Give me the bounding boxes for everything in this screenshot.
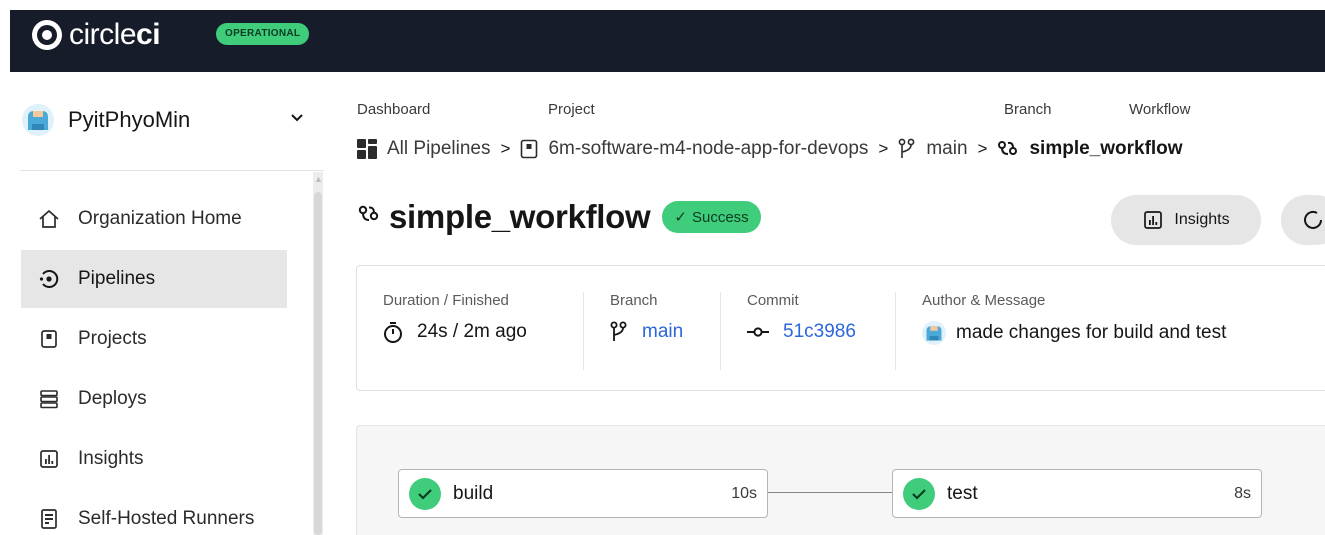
chevron-right-icon: > <box>977 139 988 158</box>
job-build[interactable]: build 10s <box>398 469 768 518</box>
insights-button-label: Insights <box>1174 211 1230 228</box>
status-badge-label: Success <box>691 208 749 226</box>
job-duration: 8s <box>1234 484 1251 502</box>
job-connector <box>768 492 892 493</box>
breadcrumb: All Pipelines > 6m-software-m4-node-app-… <box>357 136 1183 162</box>
insights-button[interactable]: Insights <box>1111 195 1261 245</box>
commit-link[interactable]: 51c3986 <box>783 321 856 343</box>
workflow-icon <box>357 203 381 231</box>
runners-icon <box>38 508 60 530</box>
job-test[interactable]: test 8s <box>892 469 1262 518</box>
page-title: simple_workflow <box>389 198 651 235</box>
chevron-right-icon: > <box>500 139 511 158</box>
circleci-logo[interactable]: circleci <box>32 18 161 51</box>
sidebar-item-label: Projects <box>78 328 147 349</box>
insights-icon <box>1144 211 1163 229</box>
branch-column: Branch main <box>583 292 720 370</box>
author-value: made changes for build and test <box>922 321 1325 345</box>
workflow-header: simple_workflow ✓ Success <box>357 198 761 236</box>
chevron-right-icon: > <box>878 139 889 158</box>
author-column: Author & Message made changes for build … <box>895 292 1325 370</box>
dashboard-grid-icon <box>357 139 377 159</box>
org-name: PyitPhyoMin <box>68 107 191 132</box>
circleci-logo-icon <box>32 20 62 50</box>
home-icon <box>38 208 60 230</box>
sidebar-item-organization-home[interactable]: Organization Home <box>21 190 287 248</box>
sidebar-item-label: Insights <box>78 448 144 469</box>
duration-text: 24s <box>417 321 448 342</box>
success-check-icon <box>903 477 935 510</box>
sidebar-item-self-hosted-runners[interactable]: Self-Hosted Runners <box>21 490 287 535</box>
sidebar-scrollbar[interactable]: ▲ <box>313 172 323 535</box>
sidebar-item-insights[interactable]: Insights <box>21 430 287 488</box>
sidebar-item-projects[interactable]: Projects <box>21 310 287 368</box>
chevron-down-icon[interactable] <box>290 110 304 126</box>
logo-text: circleci <box>69 18 161 51</box>
duration-label: Duration / Finished <box>383 292 509 309</box>
branch-label: Branch <box>610 292 658 309</box>
duration-separator: / <box>447 321 464 342</box>
duration-column: Duration / Finished 24s / 2m ago <box>357 292 583 370</box>
finished-text: 2m ago <box>463 321 527 342</box>
sidebar-item-label: Organization Home <box>78 208 242 229</box>
deploys-icon <box>38 388 60 410</box>
operational-status-badge[interactable]: OPERATIONAL <box>216 23 310 45</box>
org-avatar-icon <box>22 104 54 136</box>
breadcrumb-project[interactable]: 6m-software-m4-node-app-for-devops <box>548 138 868 160</box>
sidebar-item-deploys[interactable]: Deploys <box>21 370 287 428</box>
sidebar-item-label: Pipelines <box>78 268 156 289</box>
rerun-button[interactable] <box>1281 195 1325 245</box>
sidebar-item-pipelines[interactable]: Pipelines <box>21 250 287 308</box>
sidebar-item-label: Deploys <box>78 388 147 409</box>
top-bar: circleci OPERATIONAL <box>10 10 1325 72</box>
workflow-icon <box>997 140 1019 158</box>
breadcrumb-label-workflow: Workflow <box>1129 101 1191 118</box>
checkmark-icon: ✓ <box>674 209 687 226</box>
branch-icon <box>610 321 628 343</box>
breadcrumb-label-project: Project <box>548 101 595 118</box>
commit-column: Commit 51c3986 <box>720 292 895 370</box>
org-switcher[interactable]: PyitPhyoMin <box>22 104 190 136</box>
breadcrumb-workflow: simple_workflow <box>1029 138 1183 159</box>
stopwatch-icon <box>383 321 403 343</box>
branch-link[interactable]: main <box>642 321 683 343</box>
status-badge: ✓ Success <box>662 201 761 233</box>
job-name: build <box>453 482 494 504</box>
insights-icon <box>38 448 60 470</box>
workflow-summary-card: Duration / Finished 24s / 2m ago Branch … <box>356 265 1325 391</box>
scroll-up-arrow-icon[interactable]: ▲ <box>314 172 323 186</box>
job-name: test <box>947 482 978 504</box>
sidebar-item-label: Self-Hosted Runners <box>78 508 255 529</box>
author-label: Author & Message <box>922 292 1046 309</box>
commit-label: Commit <box>747 292 799 309</box>
projects-icon <box>38 328 60 350</box>
breadcrumb-all-pipelines[interactable]: All Pipelines <box>387 138 491 160</box>
commit-value: 51c3986 <box>747 321 895 343</box>
commit-icon <box>747 326 769 338</box>
author-avatar-icon <box>922 321 946 345</box>
project-icon <box>520 139 538 159</box>
breadcrumb-label-dashboard: Dashboard <box>357 101 431 118</box>
commit-message: made changes for build and test <box>956 322 1227 343</box>
scroll-thumb[interactable] <box>314 192 322 535</box>
sidebar-divider <box>20 170 324 171</box>
branch-value: main <box>610 321 720 343</box>
job-duration: 10s <box>731 484 757 502</box>
duration-value: 24s / 2m ago <box>383 321 583 343</box>
branch-icon <box>898 138 916 160</box>
breadcrumb-label-branch: Branch <box>1004 101 1052 118</box>
workflow-graph: build 10s test 8s <box>356 425 1325 535</box>
sidebar: PyitPhyoMin Organization Home Pipelines … <box>10 72 324 535</box>
success-check-icon <box>409 477 441 510</box>
rerun-icon <box>1304 210 1322 229</box>
pipelines-icon <box>38 268 60 290</box>
breadcrumb-branch[interactable]: main <box>926 138 967 160</box>
